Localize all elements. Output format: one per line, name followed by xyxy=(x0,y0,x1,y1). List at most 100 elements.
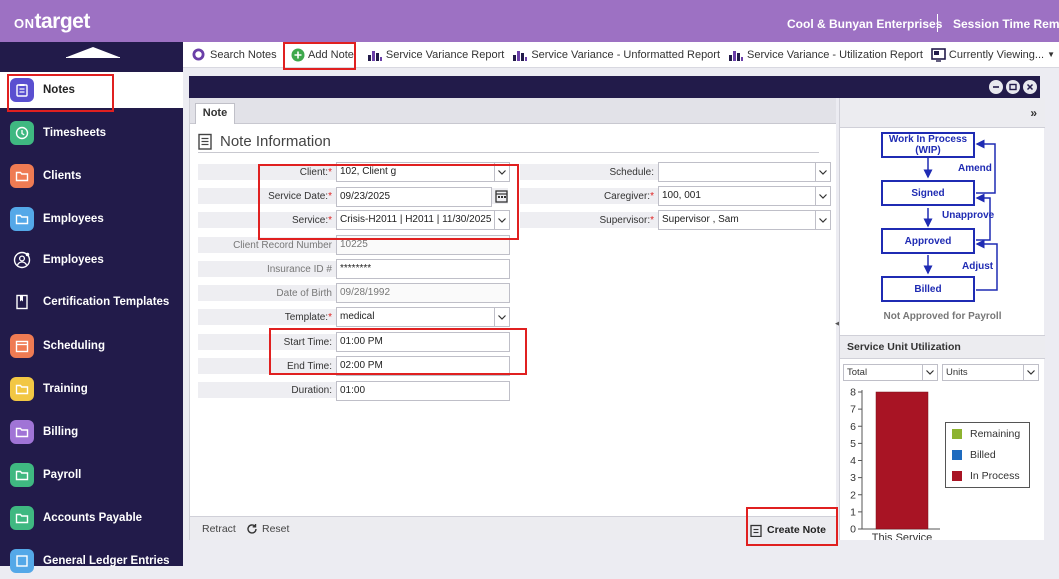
reset-button[interactable]: Reset xyxy=(246,523,289,535)
duration-input[interactable]: 01:00 xyxy=(336,381,510,401)
folder-icon xyxy=(10,506,34,530)
end-time-input[interactable]: 02:00 PM xyxy=(336,356,510,376)
legend-swatch xyxy=(952,450,962,460)
restore-icon[interactable] xyxy=(1006,80,1020,94)
service-label: Service:* xyxy=(210,215,332,226)
chevron-down-icon[interactable] xyxy=(1023,365,1038,380)
sidebar-subitem-certification-templates[interactable]: Certification Templates xyxy=(0,284,183,320)
end-time-label: End Time: xyxy=(210,361,332,372)
chevron-down-icon[interactable] xyxy=(494,163,509,181)
legend-item-remaining: Remaining xyxy=(952,428,1020,440)
sidebar-item-label: General Ledger Entries xyxy=(43,555,170,567)
legend-label: Remaining xyxy=(970,428,1020,440)
expand-panel-icon[interactable]: » xyxy=(1030,106,1037,120)
start-time-input[interactable]: 01:00 PM xyxy=(336,332,510,352)
utilization-total-select[interactable]: Total xyxy=(843,364,938,381)
supervisor-select[interactable]: Supervisor , Sam xyxy=(658,210,831,230)
right-panel: » Work In Process (WIP) Signed Approved … xyxy=(839,98,1044,540)
header-divider xyxy=(937,14,938,32)
chart-legend: Remaining Billed In Process xyxy=(945,422,1030,488)
date-of-birth-field: 09/28/1992 xyxy=(336,283,510,303)
workflow-unapprove-label: Unapprove xyxy=(942,210,994,221)
chevron-down-icon[interactable] xyxy=(815,163,830,181)
duration-value: 01:00 xyxy=(340,385,365,396)
add-note-button[interactable]: Add Note xyxy=(287,42,358,68)
caregiver-label: Caregiver:* xyxy=(530,191,654,202)
schedule-select[interactable] xyxy=(658,162,831,182)
service-variance-unformatted-button[interactable]: Service Variance - Unformatted Report xyxy=(508,42,724,68)
sidebar-item-general-ledger[interactable]: General Ledger Entries xyxy=(0,543,183,579)
sidebar-item-label: Scheduling xyxy=(43,340,105,352)
sidebar-item-label: Notes xyxy=(43,84,75,96)
sidebar-collapse-icon[interactable] xyxy=(67,47,119,57)
bar-chart-icon xyxy=(728,48,744,62)
start-time-label: Start Time: xyxy=(210,337,332,348)
service-date-label: Service Date:* xyxy=(210,191,332,202)
workflow-adjust-label: Adjust xyxy=(962,261,993,272)
template-value: medical xyxy=(340,311,374,322)
tab-note[interactable]: Note xyxy=(195,103,235,124)
section-title: Note Information xyxy=(220,133,331,150)
sidebar-item-label: Clients xyxy=(43,170,81,182)
insurance-id-field[interactable]: ******** xyxy=(336,259,510,279)
service-date-input[interactable]: 09/23/2025 xyxy=(336,187,492,207)
search-notes-label: Search Notes xyxy=(210,49,277,61)
sidebar-item-accounts-payable[interactable]: Accounts Payable xyxy=(0,500,183,536)
sidebar-item-label: Training xyxy=(43,383,88,395)
sidebar-item-training[interactable]: Training xyxy=(0,371,183,407)
chevron-down-icon[interactable] xyxy=(815,187,830,205)
service-variance-report-button[interactable]: Service Variance Report xyxy=(363,42,508,68)
create-note-button[interactable]: Create Note xyxy=(750,521,826,539)
legend-item-billed: Billed xyxy=(952,449,996,461)
session-time-remaining: Session Time Remai xyxy=(953,17,1059,31)
search-notes-button[interactable]: Search Notes xyxy=(187,42,281,68)
sidebar-item-label: Employees xyxy=(43,254,104,266)
retract-label: Retract xyxy=(202,523,236,535)
folder-icon xyxy=(10,463,34,487)
sidebar-item-timesheets[interactable]: Timesheets xyxy=(0,115,183,151)
sidebar-item-payroll[interactable]: Payroll xyxy=(0,457,183,493)
y-tick-label: 1 xyxy=(850,506,856,518)
chevron-down-icon[interactable] xyxy=(815,211,830,229)
retract-button[interactable]: Retract xyxy=(202,523,236,535)
currently-viewing-dropdown[interactable]: Currently Viewing... ▼ xyxy=(927,42,1059,68)
calendar-icon[interactable] xyxy=(495,189,508,206)
sidebar-item-label: Accounts Payable xyxy=(43,512,142,524)
sidebar-item-scheduling[interactable]: Scheduling xyxy=(0,328,183,364)
workflow-step-signed: Signed xyxy=(881,180,975,206)
date-of-birth-label: Date of Birth xyxy=(210,288,332,299)
utilization-units-select[interactable]: Units xyxy=(942,364,1039,381)
y-tick-label: 6 xyxy=(850,421,856,433)
workflow-step-wip: Work In Process (WIP) xyxy=(881,132,975,158)
sidebar-item-clients[interactable]: Clients xyxy=(0,158,183,194)
close-icon[interactable] xyxy=(1023,80,1037,94)
y-tick-label: 7 xyxy=(850,404,856,416)
caregiver-select[interactable]: 100, 001 xyxy=(658,186,831,206)
chevron-down-icon[interactable] xyxy=(494,308,509,326)
app-logo[interactable]: ONtarget xyxy=(14,10,90,34)
sidebar-subitem-employees[interactable]: Employees xyxy=(0,242,183,278)
chevron-down-icon[interactable] xyxy=(494,211,509,229)
minimize-icon[interactable] xyxy=(989,80,1003,94)
insurance-id-label: Insurance ID # xyxy=(210,264,332,275)
company-name[interactable]: Cool & Bunyan Enterprises xyxy=(787,17,942,31)
sidebar-item-employees[interactable]: Employees xyxy=(0,201,183,237)
clipboard-icon xyxy=(198,133,212,150)
sidebar-item-notes[interactable]: Notes xyxy=(0,72,183,108)
chevron-down-icon[interactable] xyxy=(922,365,937,380)
y-tick-label: 0 xyxy=(850,524,856,536)
x-tick-label: This Service xyxy=(872,532,933,540)
monitor-icon xyxy=(931,48,946,62)
service-select[interactable]: Crisis-H2011 | H2011 | 11/30/2025 xyxy=(336,210,510,230)
template-select[interactable]: medical xyxy=(336,307,510,327)
client-select[interactable]: 102, Client g xyxy=(336,162,510,182)
calendar-icon xyxy=(10,334,34,358)
reset-icon xyxy=(246,523,258,535)
service-variance-utilization-button[interactable]: Service Variance - Utilization Report xyxy=(724,42,927,68)
reset-label: Reset xyxy=(262,523,289,535)
sidebar-item-billing[interactable]: Billing xyxy=(0,414,183,450)
service-variance-unformatted-label: Service Variance - Unformatted Report xyxy=(531,49,720,61)
service-unit-utilization-title: Service Unit Utilization xyxy=(840,335,1045,359)
service-date-value: 09/23/2025 xyxy=(340,191,390,202)
sidebar-item-label: Employees xyxy=(43,213,104,225)
